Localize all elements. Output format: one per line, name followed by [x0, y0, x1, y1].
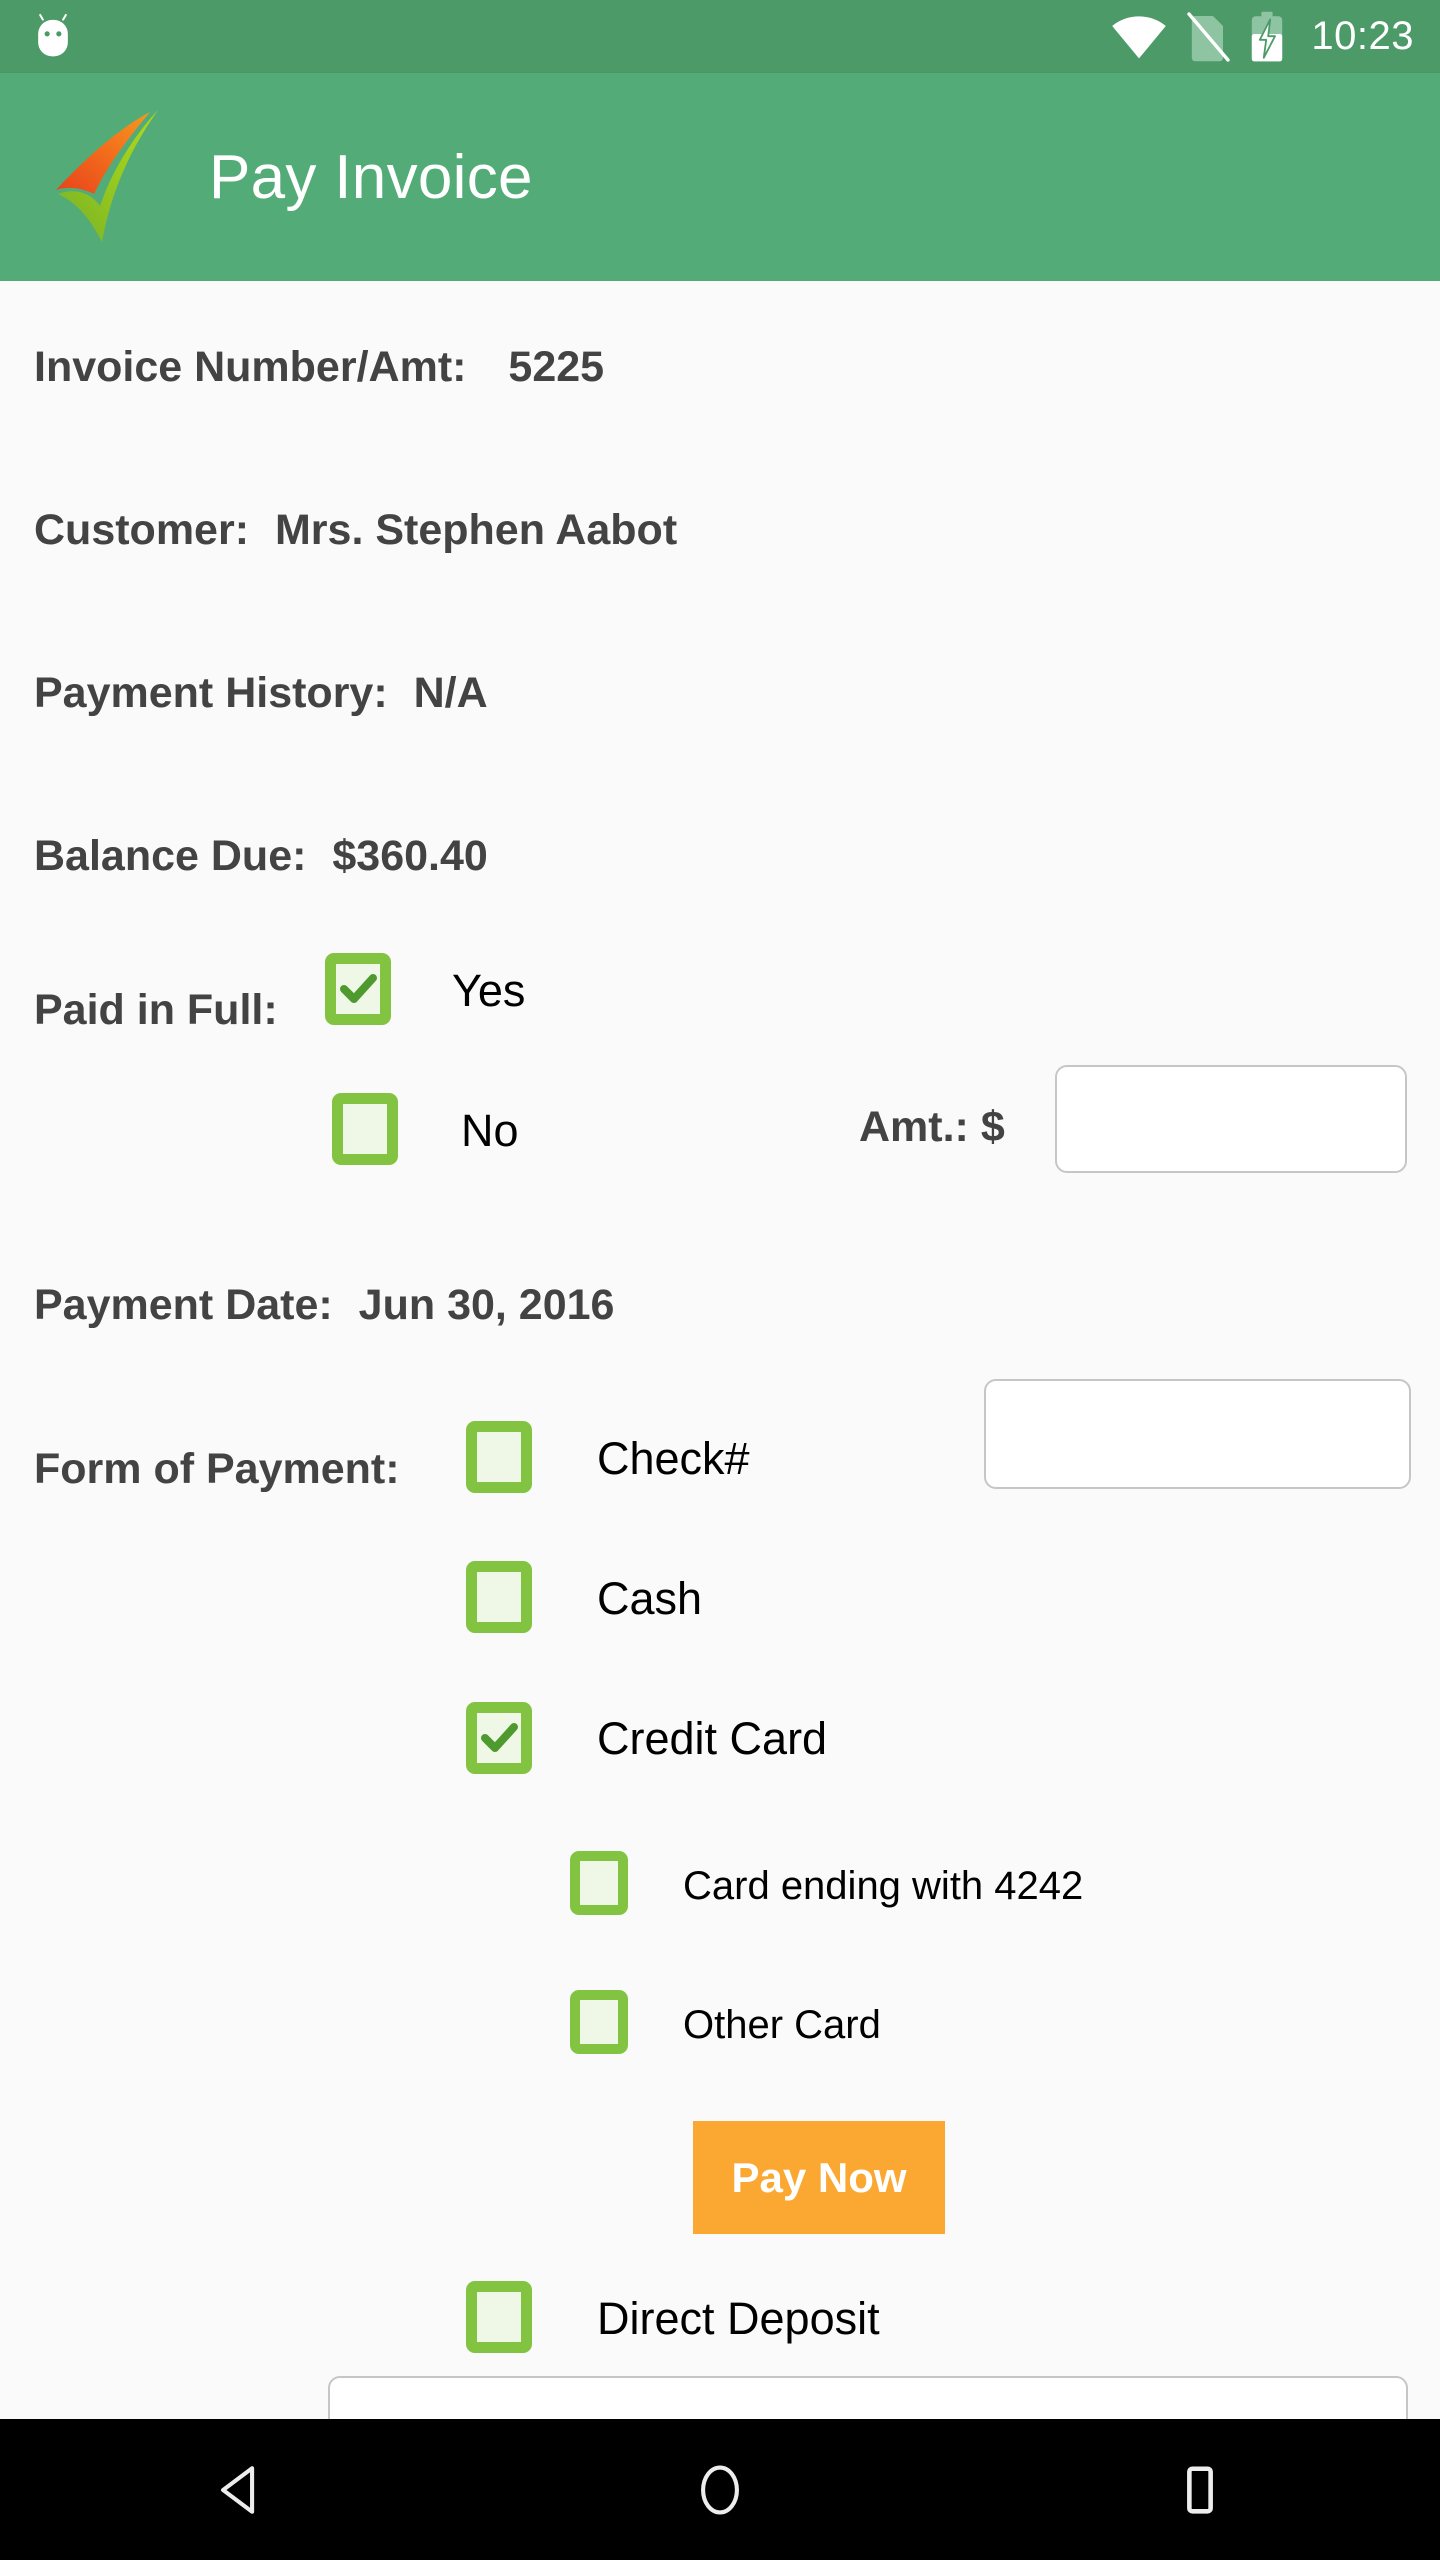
other-card-checkbox[interactable]: [570, 1990, 628, 2054]
amount-input[interactable]: [1055, 1065, 1407, 1173]
paid-in-full-yes-label[interactable]: Yes: [452, 965, 525, 1017]
status-bar-left: [26, 10, 80, 64]
invoice-number-value: 5225: [508, 343, 605, 391]
invoice-number-label: Invoice Number/Amt:: [34, 343, 467, 391]
paid-in-full-no-label[interactable]: No: [461, 1105, 519, 1157]
customer-value: Mrs. Stephen Aabot: [274, 506, 678, 554]
balance-due-row: Balance Due: $360.40: [34, 832, 488, 881]
payment-direct-deposit-label[interactable]: Direct Deposit: [597, 2293, 880, 2345]
form-of-payment-label: Form of Payment:: [34, 1445, 400, 1493]
payment-cash-label[interactable]: Cash: [597, 1573, 702, 1625]
payment-credit-card-checkbox[interactable]: [466, 1702, 532, 1774]
balance-due-label: Balance Due:: [34, 832, 307, 880]
wifi-icon: [1112, 15, 1167, 58]
no-sim-icon: [1187, 11, 1231, 62]
check-number-input[interactable]: [984, 1379, 1411, 1489]
card-ending-4242-label[interactable]: Card ending with 4242: [683, 1864, 1083, 1909]
battery-charging-icon: [1252, 11, 1283, 61]
android-navigation-bar: [0, 2419, 1440, 2560]
payment-direct-deposit-checkbox[interactable]: [466, 2281, 532, 2353]
payment-history-row: Payment History: N/A: [34, 669, 488, 718]
back-button[interactable]: [140, 2419, 340, 2560]
payment-history-value: N/A: [413, 669, 488, 717]
customer-label: Customer:: [34, 506, 250, 554]
pay-now-button[interactable]: Pay Now: [693, 2121, 945, 2234]
payment-date-label: Payment Date:: [34, 1281, 333, 1329]
recents-square-icon: [1187, 2465, 1213, 2514]
customer-row: Customer: Mrs. Stephen Aabot: [34, 506, 677, 555]
status-bar-clock: 10:23: [1311, 14, 1414, 58]
invoice-number-row: Invoice Number/Amt: 5225: [34, 343, 604, 392]
payment-check-label[interactable]: Check#: [597, 1433, 750, 1485]
card-ending-4242-checkbox[interactable]: [570, 1851, 628, 1915]
check-icon: [481, 1723, 518, 1752]
android-mascot-icon: [38, 13, 68, 56]
swoosh-check-logo: [56, 110, 158, 242]
balance-due-value: $360.40: [332, 832, 488, 880]
payment-date-value: Jun 30, 2016: [358, 1281, 615, 1329]
app-bar-title: Pay Invoice: [209, 142, 533, 212]
status-bar-right: 10:23: [1111, 11, 1414, 63]
payment-check-checkbox[interactable]: [466, 1421, 532, 1493]
back-triangle-icon: [221, 2465, 255, 2514]
payment-history-label: Payment History:: [34, 669, 388, 717]
paid-in-full-yes-checkbox[interactable]: [325, 953, 391, 1025]
paid-in-full-no-checkbox[interactable]: [332, 1093, 398, 1165]
payment-date-row: Payment Date: Jun 30, 2016: [34, 1281, 614, 1330]
recents-button[interactable]: [1100, 2419, 1300, 2560]
home-circle-icon: [701, 2464, 739, 2515]
home-button[interactable]: [620, 2419, 820, 2560]
check-icon: [340, 974, 377, 1003]
phone-screen: 10:23 Pay Invoice Invoice Number/Amt: 52…: [0, 0, 1440, 2560]
other-card-label[interactable]: Other Card: [683, 2003, 881, 2048]
form-content: Invoice Number/Amt: 5225 Customer: Mrs. …: [0, 281, 1440, 2486]
paid-in-full-label: Paid in Full:: [34, 986, 278, 1034]
payment-credit-card-label[interactable]: Credit Card: [597, 1713, 827, 1765]
app-bar: Pay Invoice: [0, 73, 1440, 281]
amount-label: Amt.: $: [859, 1103, 1005, 1151]
payment-cash-checkbox[interactable]: [466, 1561, 532, 1633]
status-bar: 10:23: [0, 0, 1440, 73]
